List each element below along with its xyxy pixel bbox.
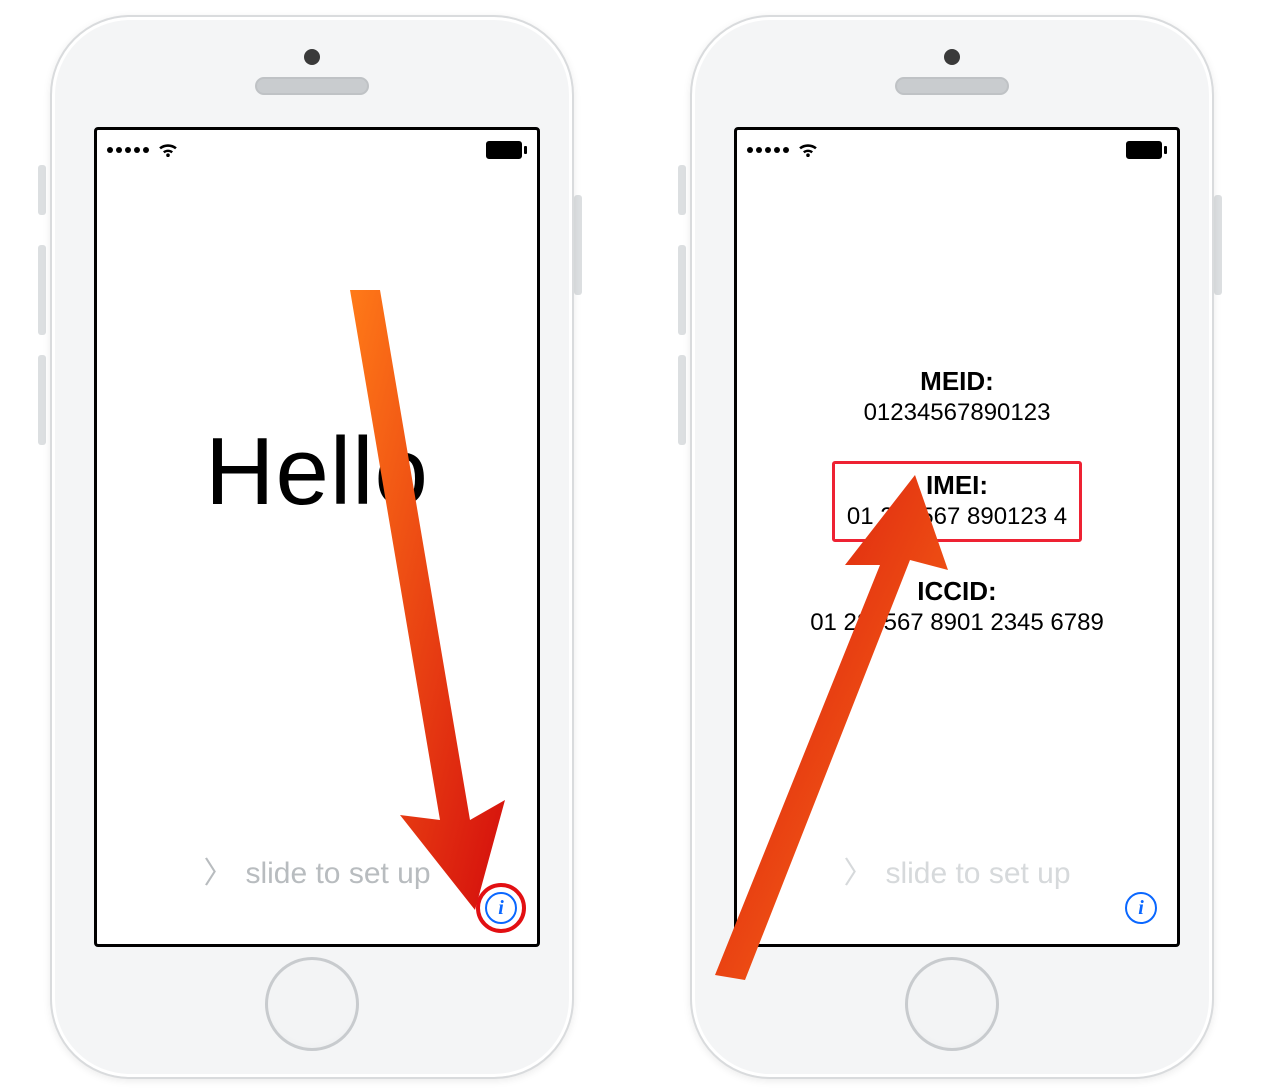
mute-switch xyxy=(678,165,686,215)
power-button xyxy=(574,195,582,295)
imei-highlight-box: IMEI: 01 234567 890123 4 xyxy=(832,461,1082,542)
battery-icon xyxy=(1126,141,1167,159)
imei-block: IMEI: 01 234567 890123 4 xyxy=(737,461,1177,542)
phone-body: Hello 〉 slide to set up i xyxy=(50,15,574,1079)
imei-value: 01 234567 890123 4 xyxy=(847,503,1067,531)
slide-to-setup[interactable]: 〉 slide to set up xyxy=(97,848,537,892)
screen-left: Hello 〉 slide to set up i xyxy=(94,127,540,947)
mute-switch xyxy=(38,165,46,215)
iccid-label: ICCID: xyxy=(737,576,1177,607)
front-camera xyxy=(304,49,320,65)
slide-label: slide to set up xyxy=(245,857,430,890)
hello-text: Hello xyxy=(205,417,429,527)
screen-right: MEID: 01234567890123 IMEI: 01 234567 890… xyxy=(734,127,1180,947)
annotation-circle xyxy=(476,883,526,933)
phone-left: Hello 〉 slide to set up i xyxy=(40,15,580,1075)
info-icon: i xyxy=(1125,892,1157,924)
imei-label: IMEI: xyxy=(847,470,1067,501)
volume-up-button xyxy=(38,245,46,335)
battery-icon xyxy=(486,141,527,159)
device-info-list: MEID: 01234567890123 IMEI: 01 234567 890… xyxy=(737,366,1177,671)
chevron-right-icon: 〉 xyxy=(203,857,233,890)
meid-label: MEID: xyxy=(737,366,1177,397)
volume-up-button xyxy=(678,245,686,335)
power-button xyxy=(1214,195,1222,295)
slide-to-setup[interactable]: 〉 slide to set up xyxy=(737,848,1177,892)
cellular-signal-icon xyxy=(107,147,149,153)
status-bar xyxy=(737,130,1177,164)
iccid-block: ICCID: 01 234567 8901 2345 6789 xyxy=(737,576,1177,637)
front-camera xyxy=(944,49,960,65)
home-button[interactable] xyxy=(905,957,999,1051)
info-button[interactable]: i xyxy=(479,886,523,930)
home-button[interactable] xyxy=(265,957,359,1051)
wifi-icon xyxy=(797,142,819,158)
meid-value: 01234567890123 xyxy=(737,399,1177,427)
info-button[interactable]: i xyxy=(1119,886,1163,930)
cellular-signal-icon xyxy=(747,147,789,153)
volume-down-button xyxy=(38,355,46,445)
earpiece-speaker xyxy=(895,77,1009,95)
iccid-value: 01 234567 8901 2345 6789 xyxy=(737,609,1177,637)
phone-body: MEID: 01234567890123 IMEI: 01 234567 890… xyxy=(690,15,1214,1079)
chevron-right-icon: 〉 xyxy=(843,857,873,890)
phone-right: MEID: 01234567890123 IMEI: 01 234567 890… xyxy=(680,15,1220,1075)
volume-down-button xyxy=(678,355,686,445)
earpiece-speaker xyxy=(255,77,369,95)
wifi-icon xyxy=(157,142,179,158)
meid-block: MEID: 01234567890123 xyxy=(737,366,1177,427)
slide-label: slide to set up xyxy=(885,857,1070,890)
status-bar xyxy=(97,130,537,164)
